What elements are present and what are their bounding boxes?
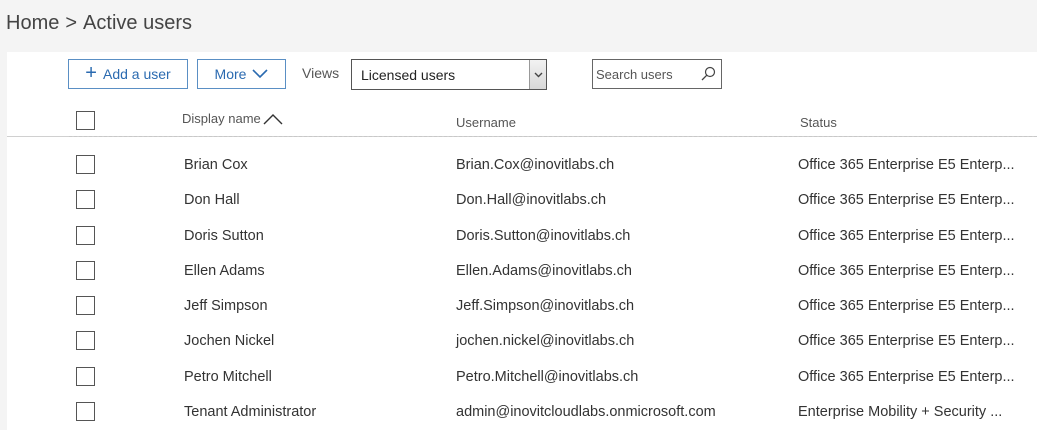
row-checkbox[interactable]: [76, 296, 95, 316]
sort-ascending-icon: [263, 113, 283, 124]
users-panel: + Add a user More Views Licensed users S…: [7, 52, 1037, 430]
row-checkbox[interactable]: [76, 155, 95, 174]
row-checkbox[interactable]: [76, 225, 95, 245]
table-row[interactable]: Don Hall Don.Hall@inovitlabs.ch Office 3…: [7, 182, 1037, 217]
cell-display-name[interactable]: Petro Mitchell: [184, 369, 272, 385]
cell-username: Don.Hall@inovitlabs.ch: [456, 192, 607, 209]
row-checkbox[interactable]: [76, 366, 95, 386]
table-header: Display name Username Status: [7, 106, 1037, 137]
cell-display-name[interactable]: Jeff Simpson: [184, 298, 268, 314]
table-row[interactable]: Jeff Simpson Jeff.Simpson@inovitlabs.ch …: [7, 288, 1037, 323]
column-header-display-name[interactable]: Display name: [182, 111, 283, 126]
breadcrumb: Home > Active users: [6, 12, 192, 35]
cell-display-name[interactable]: Don Hall: [184, 192, 240, 208]
column-header-username[interactable]: Username: [456, 115, 516, 130]
cell-status: Enterprise Mobility + Security ...: [798, 404, 1003, 421]
add-user-button[interactable]: + Add a user: [68, 59, 188, 89]
search-icon[interactable]: [700, 66, 716, 82]
row-checkbox[interactable]: [76, 260, 95, 280]
table-row[interactable]: Petro Mitchell Petro.Mitchell@inovitlabs…: [7, 359, 1037, 394]
table-body: Brian Cox Brian.Cox@inovitlabs.ch Office…: [7, 147, 1037, 429]
row-checkbox[interactable]: [76, 190, 95, 210]
toolbar: + Add a user More Views Licensed users: [7, 52, 1037, 102]
table-row[interactable]: Tenant Administrator admin@inovitcloudla…: [7, 394, 1037, 429]
cell-display-name[interactable]: Ellen Adams: [184, 263, 265, 279]
more-button[interactable]: More: [197, 59, 286, 89]
cell-username: Jeff.Simpson@inovitlabs.ch: [456, 298, 635, 315]
table-row[interactable]: Doris Sutton Doris.Sutton@inovitlabs.ch …: [7, 218, 1037, 253]
cell-display-name[interactable]: Doris Sutton: [184, 228, 264, 244]
table-row[interactable]: Ellen Adams Ellen.Adams@inovitlabs.ch Of…: [7, 253, 1037, 288]
table-row[interactable]: Jochen Nickel jochen.nickel@inovitlabs.c…: [7, 323, 1037, 358]
breadcrumb-separator: >: [65, 12, 78, 34]
cell-username: Brian.Cox@inovitlabs.ch: [456, 157, 615, 173]
cell-username: Petro.Mitchell@inovitlabs.ch: [456, 368, 639, 385]
cell-username: Ellen.Adams@inovitlabs.ch: [456, 262, 632, 279]
dropdown-arrow-icon[interactable]: [529, 60, 546, 89]
chevron-down-icon: [252, 69, 269, 79]
header-divider: [69, 136, 1037, 137]
add-user-label: Add a user: [102, 66, 171, 82]
table-row[interactable]: Brian Cox Brian.Cox@inovitlabs.ch Office…: [7, 147, 1037, 182]
users-table: Display name Username Status Brian Cox B…: [7, 106, 1037, 429]
cell-username: Doris.Sutton@inovitlabs.ch: [456, 227, 631, 244]
cell-status: Office 365 Enterprise E5 Enterp...: [798, 368, 1015, 385]
cell-status: Office 365 Enterprise E5 Enterp...: [798, 298, 1015, 315]
search-input[interactable]: [596, 66, 696, 82]
cell-display-name[interactable]: Brian Cox: [184, 157, 248, 173]
row-checkbox[interactable]: [76, 331, 95, 351]
breadcrumb-home[interactable]: Home: [6, 12, 59, 35]
cell-username: jochen.nickel@inovitlabs.ch: [456, 333, 635, 350]
cell-status: Office 365 Enterprise E5 Enterp...: [798, 333, 1015, 350]
plus-icon: +: [85, 62, 97, 84]
views-label: Views: [302, 65, 340, 81]
cell-status: Office 365 Enterprise E5 Enterp...: [798, 157, 1015, 173]
cell-display-name[interactable]: Jochen Nickel: [184, 333, 274, 349]
more-label: More: [214, 66, 247, 82]
cell-username: admin@inovitcloudlabs.onmicrosoft.com: [456, 404, 716, 421]
select-all-checkbox[interactable]: [76, 111, 95, 130]
cell-status: Office 365 Enterprise E5 Enterp...: [798, 262, 1015, 279]
cell-status: Office 365 Enterprise E5 Enterp...: [798, 227, 1015, 244]
row-checkbox[interactable]: [76, 402, 95, 422]
column-header-display-name-label: Display name: [182, 111, 261, 126]
cell-status: Office 365 Enterprise E5 Enterp...: [798, 192, 1015, 209]
views-select[interactable]: Licensed users: [351, 59, 547, 90]
views-selected-value: Licensed users: [361, 66, 456, 83]
cell-display-name[interactable]: Tenant Administrator: [184, 404, 316, 420]
column-header-status[interactable]: Status: [800, 115, 837, 130]
search-box: [592, 59, 722, 89]
breadcrumb-current: Active users: [83, 12, 192, 34]
